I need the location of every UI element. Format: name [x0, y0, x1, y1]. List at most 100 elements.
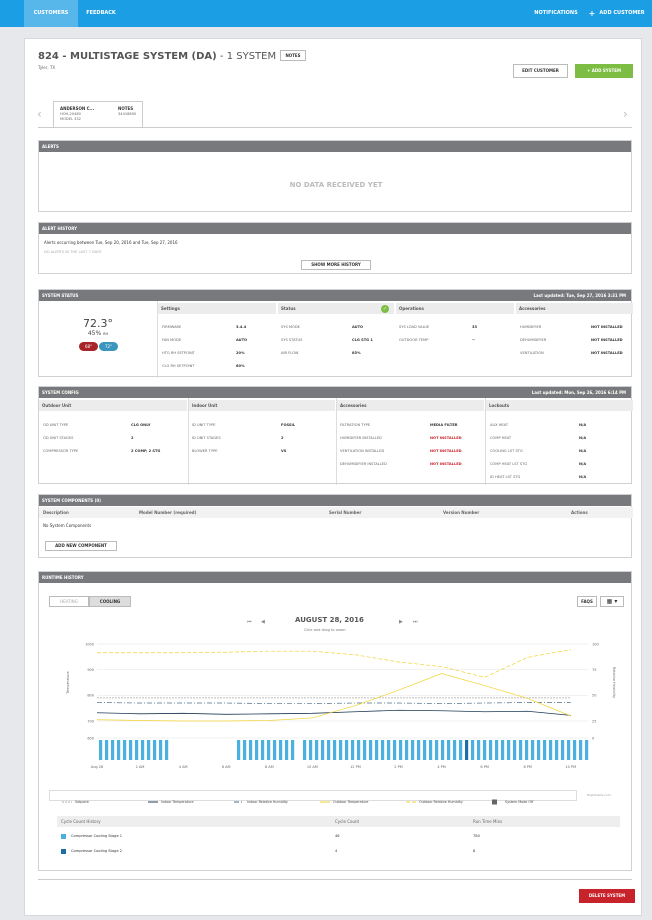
- runtime-bar: [363, 740, 367, 760]
- prev-icon[interactable]: ◀: [261, 619, 265, 625]
- col-operations: Operations: [396, 303, 514, 314]
- runtime-bar: [321, 740, 325, 760]
- x-tick-label: 8 PM: [523, 765, 531, 769]
- series-line: [96, 702, 571, 704]
- runtime-bar: [105, 740, 109, 760]
- runtime-bar: [573, 740, 577, 760]
- tab-cooling[interactable]: COOLING: [89, 596, 131, 607]
- heat-setpoint-badge[interactable]: 68°: [79, 342, 98, 351]
- field-label: ID UNIT STAGES: [192, 436, 221, 440]
- chart-legend: Setpoint Indoor Temperature Indoor Relativ…: [49, 790, 577, 805]
- field-label: HUMIDIFIER: [520, 325, 542, 329]
- y2-axis-label: Relative Humidity: [612, 667, 616, 698]
- col-accessories: Accessories: [516, 303, 633, 314]
- chart-date: AUGUST 28, 2016: [295, 616, 364, 624]
- next-icon[interactable]: ▶: [399, 619, 403, 625]
- show-more-history-button[interactable]: SHOW MORE HISTORY: [301, 260, 371, 270]
- field-value: 60%: [236, 364, 245, 368]
- chevron-right-icon[interactable]: ›: [623, 107, 628, 121]
- field-label: ID HEAT LST STG: [490, 475, 521, 479]
- runtime-bar: [339, 740, 343, 760]
- field-value: VS: [281, 449, 287, 453]
- series-swatch-icon: [61, 834, 66, 839]
- col-settings: Settings: [158, 303, 276, 314]
- device-notes-label: NOTES: [118, 106, 134, 111]
- cycle-cell: 46: [335, 834, 340, 838]
- nav-feedback[interactable]: FEEDBACK: [80, 0, 122, 27]
- calendar-button[interactable]: ▦ ▾: [600, 596, 624, 607]
- field-label: VENTILATION: [520, 351, 544, 355]
- runtime-bar: [549, 740, 553, 760]
- system-status-section: SYSTEM STATUS Last updated: Tue, Sep 27, …: [38, 289, 633, 378]
- field-label: AUX HEAT: [490, 423, 509, 427]
- runtime-chart[interactable]: 1000 100 900 75 800 50 700 25 Temperature Relativ…: [39, 634, 633, 794]
- field-value: N/A: [579, 423, 587, 427]
- runtime-bar: [537, 740, 541, 760]
- legend-item: Outdoor Relative Humidity: [419, 800, 463, 804]
- field-label: OUTDOOR TEMP: [399, 338, 429, 342]
- cycle-cell: 780: [473, 834, 480, 838]
- bar-axis-tick: 600: [87, 736, 94, 740]
- alert-history-header: ALERT HISTORY: [39, 223, 631, 234]
- faqs-button[interactable]: FAQS: [577, 596, 597, 607]
- field-value: 33: [472, 325, 478, 329]
- runtime-bar: [501, 740, 505, 760]
- cycle-cell: 4: [335, 849, 338, 853]
- legend-item: Outdoor Temperature: [333, 800, 368, 804]
- runtime-history-header: RUNTIME HISTORY: [39, 572, 631, 583]
- cool-setpoint-badge[interactable]: 72°: [99, 342, 118, 351]
- notes-button[interactable]: NOTES: [280, 50, 306, 61]
- field-value: N/A: [579, 449, 587, 453]
- cycle-cell: 8: [473, 849, 476, 853]
- runtime-bar: [165, 740, 169, 760]
- field-value: NOT INSTALLED: [430, 436, 462, 440]
- col-version-number: Version Number: [443, 510, 480, 515]
- last-page-icon[interactable]: ⏭: [413, 619, 418, 625]
- top-nav: CUSTOMERS FEEDBACK NOTIFICATIONS + ADD C…: [0, 0, 652, 27]
- nav-notifications[interactable]: NOTIFICATIONS: [528, 0, 584, 27]
- runtime-bar: [369, 740, 373, 760]
- runtime-bar: [459, 740, 463, 760]
- field-value: AUTO: [352, 325, 364, 329]
- col-cycle-count: Cycle Count: [335, 819, 360, 824]
- plus-icon[interactable]: +: [588, 0, 596, 27]
- runtime-bar: [555, 740, 559, 760]
- runtime-bar: [435, 740, 439, 760]
- first-page-icon[interactable]: ⏮: [247, 619, 252, 625]
- edit-customer-button[interactable]: EDIT CUSTOMER: [513, 64, 568, 78]
- field-label: DEHUMIDIFIER: [520, 338, 547, 342]
- add-system-button[interactable]: + ADD SYSTEM: [575, 64, 633, 78]
- legend-item: Indoor Temperature: [161, 800, 193, 804]
- cycle-cell: Compressor Cooling Stage 1: [71, 834, 123, 838]
- chevron-left-icon[interactable]: ‹: [37, 107, 42, 121]
- device-tab[interactable]: ANDERSON C... HOH-20480 MODEL 332 NOTES …: [53, 101, 143, 127]
- col-model-number: Model Number (required): [139, 510, 197, 515]
- runtime-bar: [285, 740, 289, 760]
- field-label: SYS LOAD VALUE: [399, 325, 430, 329]
- col-serial-number: Serial Number: [329, 510, 362, 515]
- field-value: MEDIA FILTER: [430, 423, 458, 427]
- system-components-header: SYSTEM COMPONENTS (0): [39, 495, 631, 506]
- nav-add-customer[interactable]: ADD CUSTOMER: [596, 0, 648, 27]
- field-value: 85%: [352, 351, 361, 355]
- system-status-header: SYSTEM STATUS Last updated: Tue, Sep 27, …: [39, 290, 631, 301]
- delete-system-button[interactable]: DELETE SYSTEM: [579, 889, 635, 903]
- runtime-bar: [129, 740, 133, 760]
- alert-history-section: ALERT HISTORY Alerts occurring between T…: [38, 222, 632, 274]
- col-description: Description: [43, 510, 69, 515]
- field-value: NOT INSTALLED: [430, 462, 462, 466]
- legend-item: Setpoint: [75, 800, 90, 804]
- field-value: NOT INSTALLED: [591, 351, 623, 355]
- tab-heating[interactable]: HEATING: [49, 596, 89, 607]
- col-indoor-unit: Indoor Unit: [189, 400, 335, 411]
- runtime-bar: [375, 740, 379, 760]
- add-component-button[interactable]: ADD NEW COMPONENT: [45, 541, 117, 551]
- field-label: BLOWER TYPE: [192, 449, 218, 453]
- runtime-bar: [147, 740, 151, 760]
- runtime-bar: [423, 740, 427, 760]
- x-tick-label: Aug 28: [91, 765, 103, 769]
- customer-card: 824 - MULTISTAGE SYSTEM (DA) - 1 SYSTEM …: [24, 38, 642, 916]
- field-value: CLG STG 1: [352, 338, 373, 342]
- nav-customers[interactable]: CUSTOMERS: [24, 0, 78, 27]
- col-cycle-history: Cycle Count History: [61, 819, 101, 824]
